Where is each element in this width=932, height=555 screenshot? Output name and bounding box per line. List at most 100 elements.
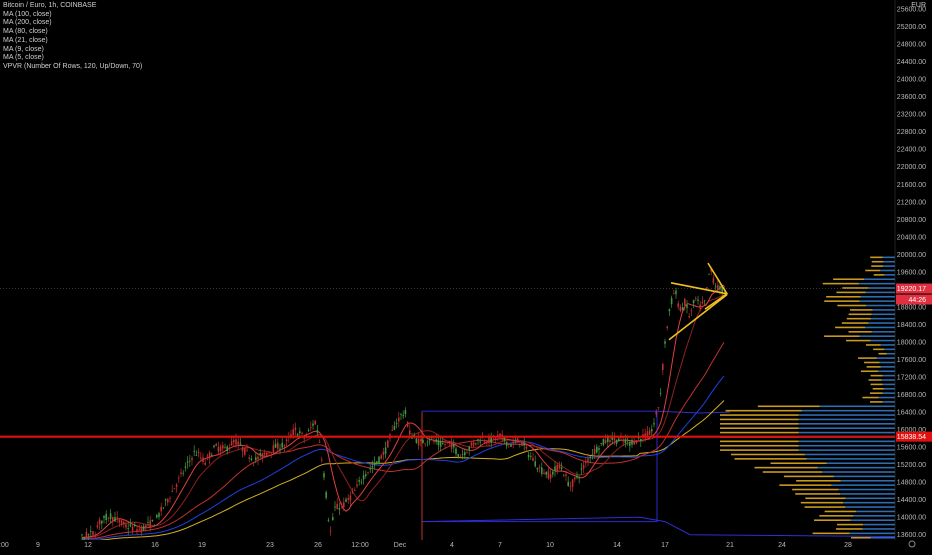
last-price-label: 19220.17 [897, 286, 926, 293]
candle-body [303, 437, 305, 439]
candle-body [514, 440, 517, 442]
legend-ma21[interactable]: MA (21, close) [3, 37, 142, 46]
candle-body [204, 462, 206, 465]
legend-ma200[interactable]: MA (200, close) [3, 19, 142, 28]
candle-body [226, 446, 228, 451]
candle-body [499, 433, 501, 436]
candle-body [536, 467, 539, 470]
legend-ma80[interactable]: MA (80, close) [3, 28, 142, 37]
vpvr-up-bar [872, 309, 895, 311]
candle-body [558, 464, 561, 469]
candle-body [329, 530, 332, 532]
candle-body [598, 448, 600, 450]
candle-body [604, 440, 607, 443]
vpvr-up-bar [804, 453, 895, 456]
candle-body [105, 513, 107, 520]
candle-body [549, 474, 552, 479]
candle-body [651, 429, 653, 432]
vpvr-up-bar [884, 274, 895, 276]
candle-body [448, 440, 451, 443]
vpvr-down-bar [869, 401, 883, 403]
vpvr-down-bar [757, 405, 820, 408]
candle-body [457, 454, 459, 457]
vpvr-down-bar [836, 291, 866, 294]
candle-body [681, 307, 684, 310]
candle-body [327, 520, 330, 522]
legend-ma5[interactable]: MA (5, close) [3, 54, 142, 63]
candle-body [675, 290, 677, 295]
vpvr-down-bar [792, 488, 839, 491]
candle-body [400, 413, 402, 415]
legend-vpvr[interactable]: VPVR (Number Of Rows, 120, Up/Down, 70) [3, 63, 142, 72]
candle-body [230, 441, 233, 446]
vpvr-up-bar [884, 348, 895, 351]
price-chart[interactable]: 25600.0025200.0024800.0024400.0024000.00… [0, 0, 932, 550]
candle-body [512, 441, 514, 444]
vpvr-up-bar [840, 479, 895, 482]
candle-body [233, 440, 235, 443]
vpvr-up-bar [866, 304, 895, 307]
vpvr-down-bar [800, 501, 844, 504]
vpvr-up-bar [880, 344, 895, 346]
candle-body [129, 524, 132, 527]
candle-body [673, 293, 675, 295]
legend-ma9[interactable]: MA (9, close) [3, 46, 142, 55]
candle-body [294, 427, 297, 431]
vpvr-up-bar [876, 357, 895, 359]
candle-body [591, 454, 594, 456]
candle-body [580, 468, 583, 470]
candle-body [215, 443, 217, 446]
candle-body [354, 490, 356, 491]
price-tick-label: 17200.00 [897, 375, 926, 382]
vpvr-up-bar [798, 418, 895, 421]
candle-body [626, 439, 629, 441]
candle-body [602, 439, 605, 445]
vpvr-down-bar [873, 274, 885, 276]
vpvr-up-bar [858, 282, 895, 285]
candle-body [340, 503, 343, 506]
candle-body [195, 455, 198, 456]
vpvr-up-bar [801, 409, 895, 412]
price-tick-label: 22800.00 [897, 129, 926, 136]
candle-body [398, 417, 400, 422]
candle-body [189, 460, 191, 462]
candle-body [134, 524, 136, 527]
candle-body [406, 422, 409, 427]
candle-body [543, 472, 545, 474]
candle-body [197, 452, 200, 454]
legend-ma100[interactable]: MA (100, close) [3, 11, 142, 20]
candle-body [523, 443, 525, 446]
candle-body [358, 480, 360, 482]
countdown-label: 44:26 [908, 297, 926, 304]
vpvr-up-bar [882, 374, 895, 377]
candle-body [94, 535, 96, 537]
candle-body [699, 304, 701, 310]
candle-body [219, 446, 222, 452]
time-tick-label: 26 [314, 542, 322, 549]
vpvr-down-bar [870, 374, 883, 377]
chart-area[interactable]: 25600.00 25200.00 24800.00 24400.00 24000.00… [0, 0, 932, 550]
vpvr-up-bar [882, 401, 895, 403]
vpvr-up-bar [798, 423, 895, 425]
candles [81, 267, 726, 541]
candle-body [545, 471, 547, 475]
candle-body [670, 298, 673, 305]
candle-body [162, 507, 165, 509]
time-tick-label: 12 [84, 542, 92, 549]
candle-body [336, 503, 338, 510]
candle-body [424, 443, 426, 445]
vpvr-down-bar [824, 300, 860, 302]
vpvr-up-bar [862, 528, 895, 530]
vpvr-down-bar [770, 462, 827, 465]
candle-body [569, 486, 572, 488]
candle-body [266, 452, 268, 456]
candle-body [508, 443, 510, 445]
candle-body [701, 301, 704, 304]
candle-body [629, 442, 631, 446]
vpvr-up-bar [856, 510, 895, 513]
candle-body [259, 453, 261, 455]
vpvr-up-bar [817, 466, 895, 469]
candle-body [439, 441, 442, 447]
vpvr-down-bar [862, 396, 879, 399]
candle-body [160, 506, 162, 512]
